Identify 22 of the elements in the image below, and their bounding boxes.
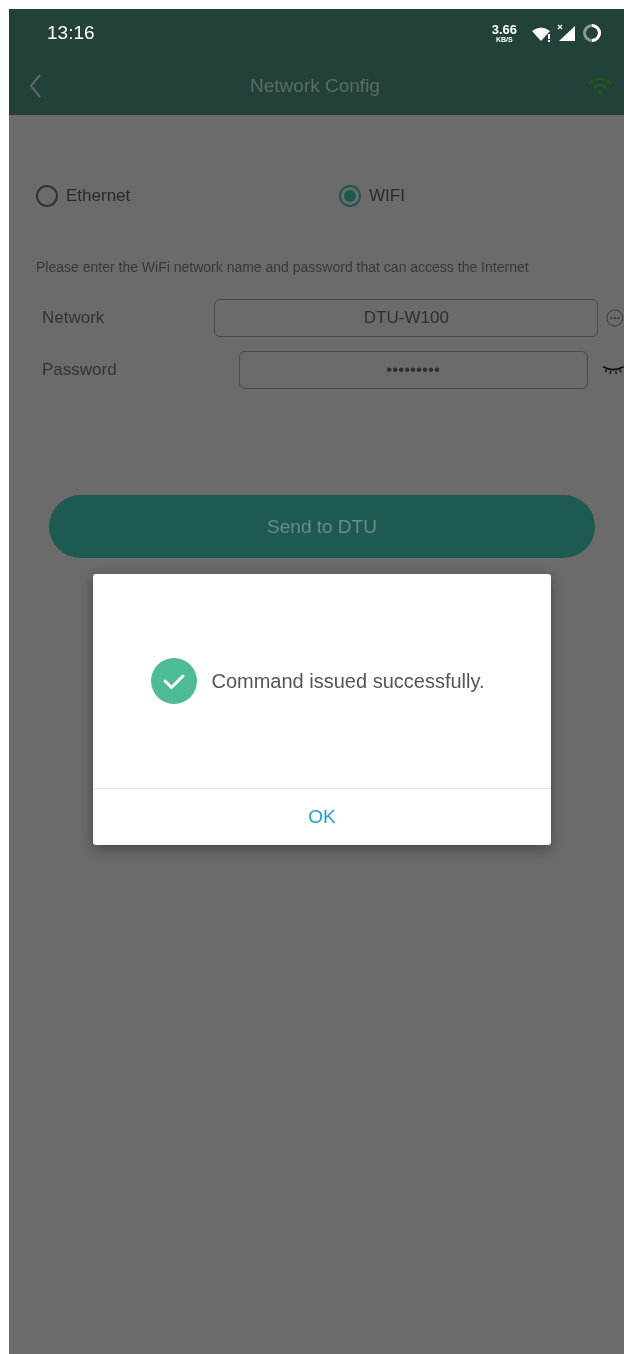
ok-button[interactable]: OK [93, 789, 551, 845]
success-message: Command issued successfully. [211, 669, 485, 693]
closed-eye-icon[interactable] [601, 364, 624, 376]
field-label: Password [41, 360, 117, 380]
connection-radio[interactable]: WIFI [339, 185, 624, 207]
signal-icon [557, 24, 576, 42]
field-label: Network [41, 308, 105, 328]
connection-radio[interactable]: Ethernet [36, 185, 339, 207]
wifi-icon[interactable] [588, 76, 612, 96]
battery-ring-icon [582, 23, 602, 43]
status-time: 13:16 [47, 22, 96, 44]
network-field[interactable]: DTU-W100 [214, 299, 599, 337]
password-field[interactable]: ••••••••• [238, 351, 588, 389]
back-button[interactable] [29, 73, 42, 99]
radio-icon[interactable] [339, 185, 361, 207]
network-speed: 3.66 [491, 23, 517, 36]
chevron-left-icon [29, 73, 42, 99]
success-check-icon [151, 658, 198, 704]
more-icon[interactable] [606, 308, 624, 328]
send-button[interactable]: Send to DTU [49, 495, 595, 558]
page-title: Network Config [249, 75, 381, 97]
radio-icon[interactable] [36, 185, 58, 207]
